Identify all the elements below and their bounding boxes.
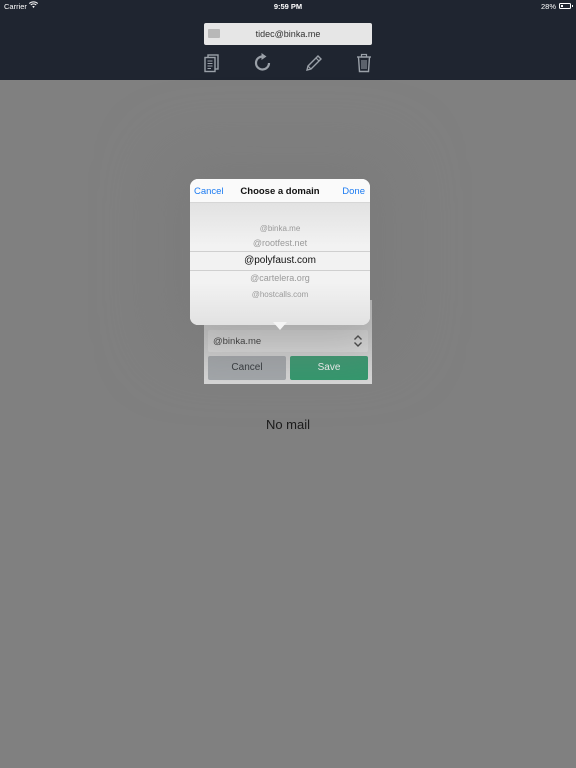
trash-icon[interactable]	[353, 52, 375, 74]
picker-option-selected[interactable]: @polyfaust.com	[190, 255, 370, 266]
domain-select-value: @binka.me	[213, 336, 262, 347]
picker-option[interactable]: @binka.me	[190, 224, 370, 233]
domain-picker-wheel[interactable]: @binka.me @rootfest.net @polyfaust.com @…	[190, 203, 370, 325]
domain-select[interactable]: @binka.me	[208, 330, 368, 352]
refresh-icon[interactable]	[252, 52, 274, 74]
up-down-arrows-icon	[353, 334, 363, 348]
app-header: Carrier 9:59 PM 28% tidec@binka.me	[0, 0, 576, 80]
domain-picker-popover: Cancel Choose a domain Done @binka.me @r…	[190, 179, 370, 325]
picker-option[interactable]: @cartelera.org	[190, 273, 370, 283]
picker-done-button[interactable]: Done	[342, 186, 365, 197]
picker-header: Cancel Choose a domain Done	[190, 179, 370, 203]
battery-icon	[559, 3, 573, 9]
status-bar: Carrier 9:59 PM 28%	[0, 0, 576, 12]
picker-option[interactable]: @rootfest.net	[190, 238, 370, 248]
email-address-text: tidec@binka.me	[255, 29, 321, 39]
copy-icon[interactable]	[201, 52, 223, 74]
cancel-button[interactable]: Cancel	[208, 356, 286, 380]
email-address-field[interactable]: tidec@binka.me	[204, 23, 372, 45]
edit-icon[interactable]	[303, 52, 325, 74]
battery-percent: 28%	[540, 2, 556, 11]
empty-inbox-message: No mail	[265, 417, 311, 432]
picker-option[interactable]: @hostcalls.com	[190, 290, 370, 299]
clock: 9:59 PM	[273, 2, 303, 11]
save-button[interactable]: Save	[290, 356, 368, 380]
popover-arrow	[273, 322, 287, 330]
